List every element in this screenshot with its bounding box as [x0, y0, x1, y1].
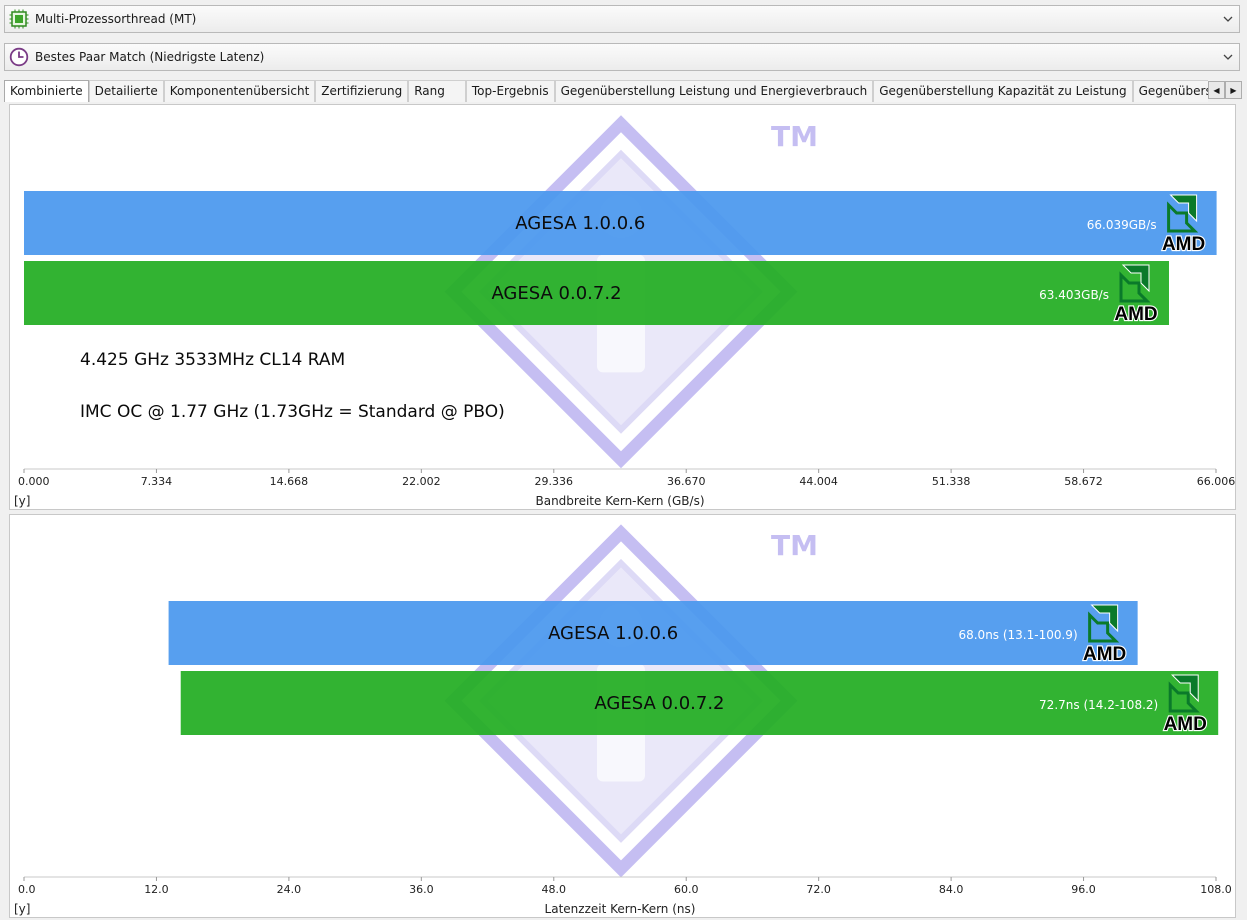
- latency-chart: TM AGESA 1.0.0.6 68.0ns (13.1-100.9) AMD AGE…: [14, 524, 1232, 916]
- chevron-down-icon[interactable]: [1217, 46, 1239, 68]
- tab-scroll-right-button[interactable]: ▶: [1225, 81, 1242, 99]
- y-axis-label: [y]: [14, 902, 30, 916]
- amd-logo-text: AMD: [1083, 644, 1126, 665]
- bar-1-name: AGESA 1.0.0.6: [548, 623, 678, 644]
- tab-top-ergebnis[interactable]: Top-Ergebnis: [465, 80, 555, 102]
- x-tick-label: 51.338: [932, 475, 971, 488]
- x-tick-label: 84.0: [939, 883, 964, 896]
- bar-1-value-label: 66.039GB/s: [1087, 218, 1157, 232]
- y-axis-label: [y]: [14, 494, 30, 508]
- amd-logo-text: AMD: [1162, 234, 1205, 255]
- annotation-1: 4.425 GHz 3533MHz CL14 RAM: [80, 350, 345, 370]
- chip-icon: [9, 9, 29, 29]
- x-tick-label: 22.002: [402, 475, 441, 488]
- chevron-down-icon[interactable]: [1217, 8, 1239, 30]
- bandwidth-chart: TM AGESA 1.0.0.6 66.039GB/s AMD AGESA 0.0.7.…: [14, 115, 1236, 508]
- tab-strip: Kombinierte Detailierte Komponentenübers…: [4, 80, 1208, 102]
- x-tick-label: 66.006: [1197, 475, 1236, 488]
- tab-komponentenuebersicht[interactable]: Komponentenübersicht: [163, 80, 316, 102]
- bar-2-name: AGESA 0.0.7.2: [491, 283, 621, 304]
- tab-leistung-energieverbrauch[interactable]: Gegenüberstellung Leistung und Energieve…: [554, 80, 874, 102]
- bar-1-name: AGESA 1.0.0.6: [515, 213, 645, 234]
- mode-selector[interactable]: Multi-Prozessorthread (MT): [4, 5, 1240, 33]
- watermark-tm: TM: [771, 529, 818, 562]
- bar-2-value-label: 63.403GB/s: [1039, 288, 1109, 302]
- x-tick-label: 29.336: [535, 475, 574, 488]
- watermark-tm: TM: [771, 120, 818, 153]
- annotation-2: IMC OC @ 1.77 GHz (1.73GHz = Standard @ …: [80, 402, 505, 422]
- x-tick-label: 14.668: [270, 475, 309, 488]
- tab-zertifizierung[interactable]: Zertifizierung: [315, 80, 409, 102]
- bandwidth-chart-panel: TM AGESA 1.0.0.6 66.039GB/s AMD AGESA 0.0.7.…: [9, 104, 1236, 510]
- x-tick-label: 72.0: [806, 883, 831, 896]
- tab-scroll-left-button[interactable]: ◀: [1208, 81, 1225, 99]
- bar-2-value-label: 72.7ns (14.2-108.2): [1039, 698, 1158, 712]
- amd-logo-text: AMD: [1164, 714, 1207, 735]
- tab-kapazitaet-leistung[interactable]: Gegenüberstellung Kapazität zu Leistung: [873, 80, 1133, 102]
- tab-kombinierte[interactable]: Kombinierte: [4, 80, 89, 102]
- result-tabs: Kombinierte Detailierte Komponentenübers…: [4, 80, 1242, 102]
- x-axis-label: Latenzzeit Kern-Kern (ns): [545, 902, 696, 916]
- amd-logo-text: AMD: [1114, 304, 1157, 325]
- tab-scroll-buttons: ◀ ▶: [1208, 80, 1242, 102]
- x-tick-label: 12.0: [144, 883, 169, 896]
- match-selector[interactable]: Bestes Paar Match (Niedrigste Latenz): [4, 43, 1240, 71]
- x-tick-label: 58.672: [1064, 475, 1103, 488]
- x-tick-label: 7.334: [141, 475, 173, 488]
- bar-2-name: AGESA 0.0.7.2: [594, 693, 724, 714]
- tab-detailierte[interactable]: Detailierte: [88, 80, 164, 102]
- match-selector-label: Bestes Paar Match (Niedrigste Latenz): [35, 50, 265, 64]
- x-tick-label: 44.004: [799, 475, 838, 488]
- x-axis-label: Bandbreite Kern-Kern (GB/s): [535, 494, 704, 508]
- tab-rang[interactable]: Rang: [408, 80, 466, 102]
- x-tick-label: 0.000: [18, 475, 50, 488]
- x-tick-label: 108.0: [1200, 883, 1232, 896]
- clock-icon: [9, 47, 29, 67]
- x-tick-label: 24.0: [277, 883, 302, 896]
- x-tick-label: 96.0: [1071, 883, 1096, 896]
- x-tick-label: 60.0: [674, 883, 699, 896]
- x-tick-label: 36.670: [667, 475, 706, 488]
- tab-leistung-geschwindigkeit[interactable]: Gegenüberstellung Leistung und Gesc: [1132, 80, 1208, 102]
- x-tick-label: 48.0: [542, 883, 567, 896]
- mode-selector-label: Multi-Prozessorthread (MT): [35, 12, 197, 26]
- x-tick-label: 0.0: [18, 883, 36, 896]
- bar-1-value-label: 68.0ns (13.1-100.9): [958, 628, 1077, 642]
- latency-chart-panel: TM AGESA 1.0.0.6 68.0ns (13.1-100.9) AMD AGE…: [9, 514, 1236, 918]
- x-tick-label: 36.0: [409, 883, 434, 896]
